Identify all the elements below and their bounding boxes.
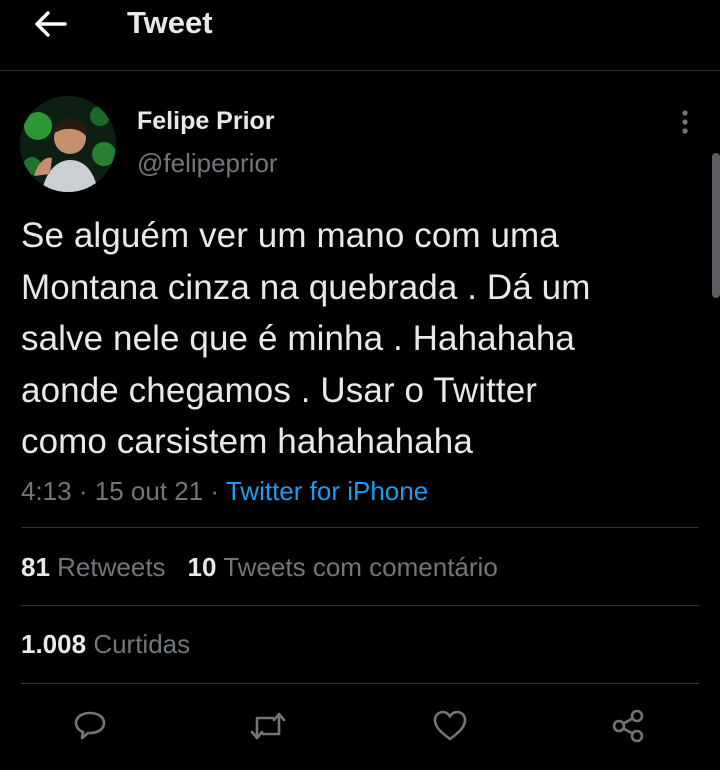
tweet-date[interactable]: 15 out 21 <box>95 476 203 506</box>
top-bar: Tweet <box>0 0 720 71</box>
quotes-label: Tweets com comentário <box>223 552 498 582</box>
profile-photo <box>20 96 116 192</box>
likes-stat[interactable]: 1.008 Curtidas <box>21 629 190 659</box>
reply-button[interactable] <box>68 704 112 748</box>
tweet-time[interactable]: 4:13 <box>21 476 72 506</box>
quotes-count: 10 <box>187 552 217 582</box>
scrollbar[interactable] <box>712 153 720 298</box>
retweet-button[interactable] <box>246 704 290 748</box>
retweets-label: Retweets <box>57 552 166 582</box>
retweets-stat[interactable]: 81 Retweets <box>21 552 166 582</box>
more-vertical-icon <box>682 110 688 134</box>
divider <box>21 527 699 528</box>
share-button[interactable] <box>606 704 650 748</box>
like-icon <box>433 710 467 741</box>
author-handle[interactable]: @felipeprior <box>137 146 278 180</box>
retweet-stats-row: 81 Retweets 10 Tweets com comentário <box>21 550 498 584</box>
author-name[interactable]: Felipe Prior <box>137 104 275 138</box>
meta-separator: · <box>210 476 220 506</box>
likes-count: 1.008 <box>21 629 87 659</box>
like-button[interactable] <box>428 704 472 748</box>
likes-label: Curtidas <box>93 629 191 659</box>
share-icon <box>612 709 644 743</box>
quotes-stat[interactable]: 10 Tweets com comentário <box>188 552 498 582</box>
back-button[interactable] <box>28 6 72 42</box>
reply-icon <box>74 711 106 740</box>
tweet-source-link[interactable]: Twitter for iPhone <box>226 476 428 506</box>
retweets-count: 81 <box>21 552 50 582</box>
retweet-icon <box>250 712 286 740</box>
divider <box>21 683 699 684</box>
more-options-button[interactable] <box>670 104 700 140</box>
tweet-metadata: 4:13 · 15 out 21 · Twitter for iPhone <box>21 474 428 508</box>
arrow-left-icon <box>35 11 67 37</box>
meta-separator: · <box>78 476 88 506</box>
divider <box>21 605 699 606</box>
tweet-text: Se alguém ver um mano com uma Montana ci… <box>21 216 591 461</box>
likes-stats-row: 1.008 Curtidas <box>21 627 190 661</box>
page-title: Tweet <box>127 5 213 40</box>
avatar[interactable] <box>20 96 116 192</box>
